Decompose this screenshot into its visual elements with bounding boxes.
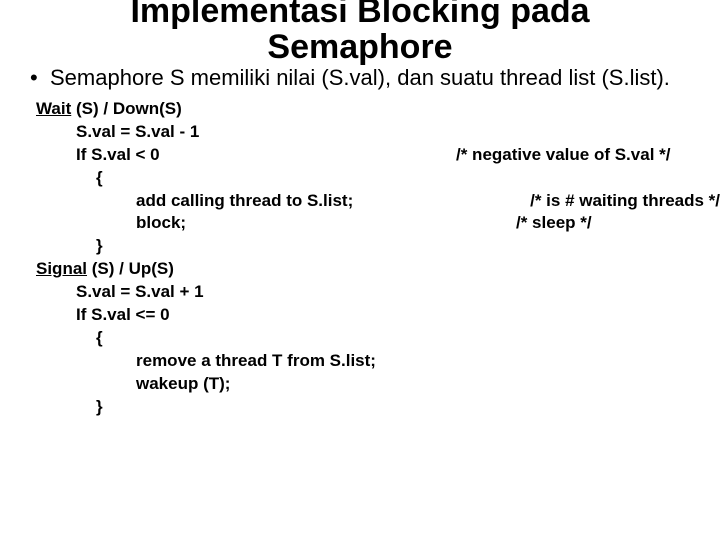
wait-line-4-code: block; (36, 212, 516, 235)
wait-line-4: block; /* sleep */ (36, 212, 720, 235)
wait-header: Wait (S) / Down(S) (36, 98, 720, 121)
wait-line-1: S.val = S.val - 1 (36, 121, 720, 144)
wait-brace-close: } (36, 235, 720, 258)
wait-line-2-comment: /* negative value of S.val */ (456, 144, 670, 167)
wait-line-2-code: If S.val < 0 (36, 144, 456, 167)
wait-header-underline: Wait (36, 99, 71, 118)
wait-line-3-comment: /* is # waiting threads */ (530, 190, 720, 213)
bullet-item: •Semaphore S memiliki nilai (S.val), dan… (30, 65, 690, 91)
signal-line-4: wakeup (T); (36, 373, 720, 396)
wait-line-3-code: add calling thread to S.list; (36, 190, 530, 213)
wait-brace-open: { (36, 167, 720, 190)
signal-header: Signal (S) / Up(S) (36, 258, 720, 281)
bullet-text: Semaphore S memiliki nilai (S.val), dan … (50, 65, 670, 90)
slide-title: Implementasi Blocking pada Semaphore (0, 0, 720, 65)
title-line-2: Semaphore (0, 30, 720, 66)
wait-line-2: If S.val < 0 /* negative value of S.val … (36, 144, 720, 167)
title-line-1: Implementasi Blocking pada (0, 0, 720, 30)
signal-brace-open: { (36, 327, 720, 350)
signal-header-underline: Signal (36, 259, 87, 278)
wait-line-4-comment: /* sleep */ (516, 212, 592, 235)
wait-line-3: add calling thread to S.list; /* is # wa… (36, 190, 720, 213)
bullet-dot: • (30, 65, 50, 91)
signal-line-3: remove a thread T from S.list; (36, 350, 720, 373)
signal-line-2: If S.val <= 0 (36, 304, 720, 327)
signal-header-rest: (S) / Up(S) (87, 259, 174, 278)
signal-brace-close: } (36, 396, 720, 419)
signal-line-1: S.val = S.val + 1 (36, 281, 720, 304)
code-block: Wait (S) / Down(S) S.val = S.val - 1 If … (36, 98, 720, 419)
wait-header-rest: (S) / Down(S) (71, 99, 181, 118)
